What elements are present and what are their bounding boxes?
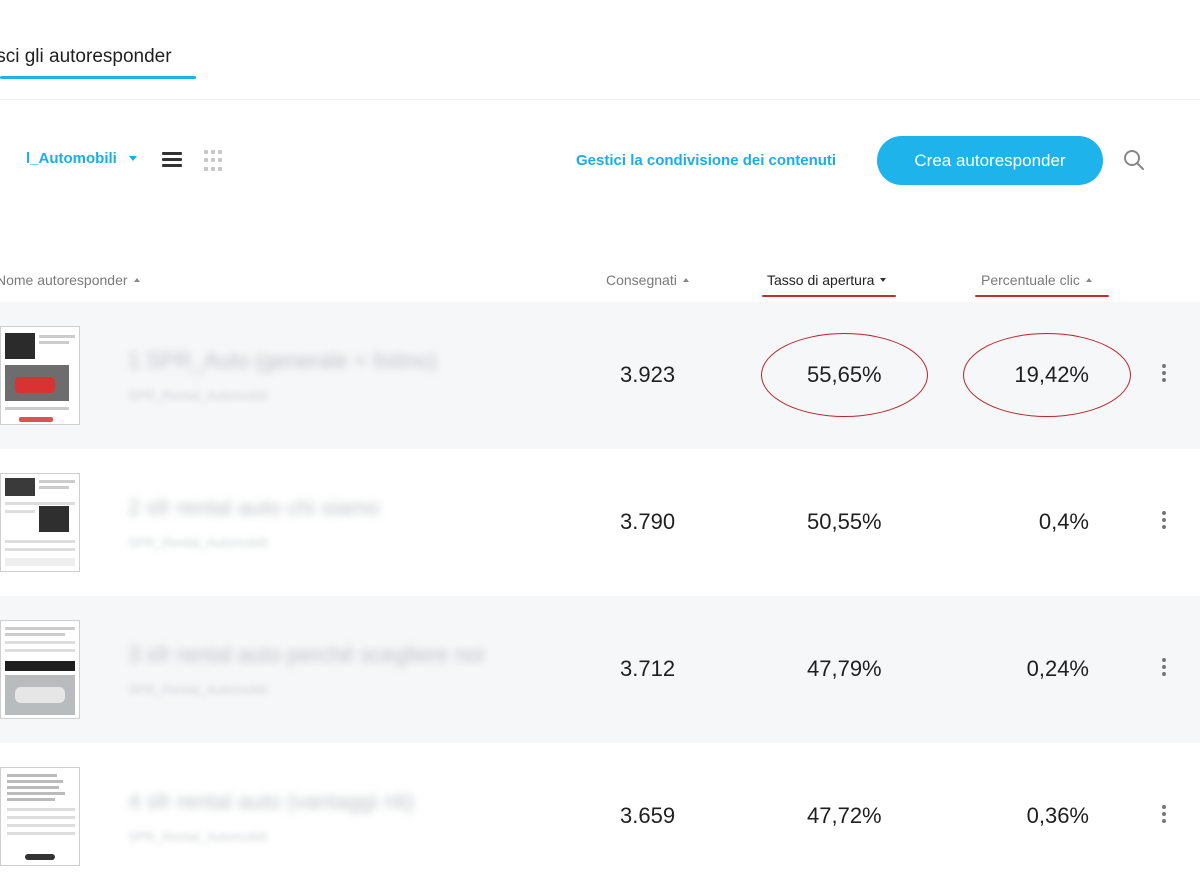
active-tab-indicator [0, 76, 196, 79]
delivered-count: 3.923 [620, 362, 676, 387]
table-row[interactable]: 1 SPR_Auto (generale + listino) SPR_Rent… [0, 302, 1200, 449]
click-rate: 0,4% [1038, 509, 1089, 534]
email-thumbnail[interactable] [0, 620, 80, 719]
sort-asc-icon [682, 278, 689, 282]
chevron-down-icon [128, 156, 137, 161]
table-row[interactable]: 3 sfr rental auto perché scegliere noi S… [0, 596, 1200, 743]
more-options-icon[interactable] [1158, 364, 1170, 386]
search-icon[interactable] [1122, 148, 1146, 172]
email-thumbnail[interactable] [0, 767, 80, 866]
manage-sharing-link[interactable]: Gestici la condivisione dei contenuti [576, 152, 836, 169]
open-rate: 47,79% [807, 656, 882, 681]
autoresponder-name[interactable]: 1 SPR_Auto (generale + listino) [128, 348, 437, 374]
annotation-underline-click-rate [975, 295, 1109, 297]
delivered-count: 3.659 [620, 803, 676, 828]
delivered-count: 3.712 [620, 656, 676, 681]
autoresponder-list: SPR_Rental_Automobili [128, 535, 268, 550]
email-thumbnail[interactable] [0, 473, 80, 572]
autoresponder-name[interactable]: 2 sfr rental auto chi siamo [128, 495, 380, 521]
open-rate: 47,72% [807, 803, 882, 828]
autoresponder-list: SPR_Rental_Automobili [128, 388, 268, 403]
tab-bar: isci gli autoresponder [0, 0, 1200, 100]
toolbar: l_Automobili Gestici la condivisione dei… [0, 130, 1200, 192]
autoresponder-list: SPR_Rental_Automobili [128, 682, 268, 697]
create-autoresponder-button[interactable]: Crea autoresponder [877, 136, 1103, 185]
delivered-count: 3.790 [620, 509, 676, 534]
column-header-open-rate[interactable]: Tasso di apertura [767, 272, 887, 288]
annotation-circle-click-rate [963, 333, 1131, 417]
tab-manage-autoresponders[interactable]: isci gli autoresponder [0, 46, 172, 78]
autoresponder-list: SPR_Rental_Automobili [128, 829, 268, 844]
more-options-icon[interactable] [1158, 658, 1170, 680]
click-rate: 0,24% [1026, 656, 1089, 681]
more-options-icon[interactable] [1158, 805, 1170, 827]
open-rate: 50,55% [807, 509, 882, 534]
annotation-circle-open-rate [761, 333, 928, 417]
autoresponder-name[interactable]: 3 sfr rental auto perché scegliere noi [128, 642, 484, 668]
sort-asc-icon [1085, 278, 1092, 282]
table-header: Nome autoresponder Consegnati Tasso di a… [0, 262, 1200, 302]
column-header-delivered[interactable]: Consegnati [606, 272, 689, 288]
click-rate: 0,36% [1026, 803, 1089, 828]
sort-asc-icon [133, 278, 140, 282]
email-thumbnail[interactable] [0, 326, 80, 425]
table-row[interactable]: 4 sfr rental auto (vantaggi nlt) SPR_Ren… [0, 743, 1200, 875]
sort-desc-icon [880, 278, 887, 282]
list-selector-label: l_Automobili [26, 150, 117, 167]
list-view-icon[interactable] [162, 152, 184, 168]
more-options-icon[interactable] [1158, 511, 1170, 533]
annotation-underline-open-rate [762, 295, 896, 297]
autoresponder-name[interactable]: 4 sfr rental auto (vantaggi nlt) [128, 789, 414, 815]
grid-view-icon[interactable] [204, 150, 226, 172]
table-row[interactable]: 2 sfr rental auto chi siamo SPR_Rental_A… [0, 449, 1200, 596]
column-header-click-rate[interactable]: Percentuale clic [981, 272, 1092, 288]
column-header-name[interactable]: Nome autoresponder [0, 272, 140, 288]
list-selector[interactable]: l_Automobili [26, 150, 137, 167]
